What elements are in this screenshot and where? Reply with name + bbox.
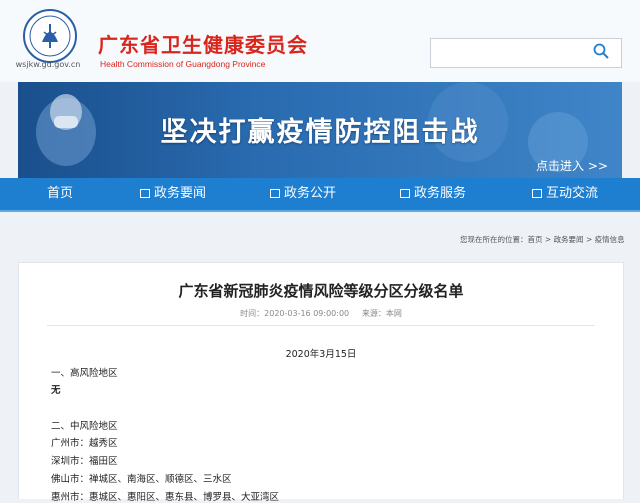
high-risk-value: 无 [51,385,61,396]
breadcrumb-news[interactable]: 政务要闻 [554,235,584,244]
mid-risk-line: 惠州市：惠城区、惠阳区、惠东县、博罗县、大亚湾区 [51,492,280,503]
nav-services[interactable]: 政务服务 [400,178,466,210]
health-commission-logo[interactable] [22,8,78,64]
mid-risk-line: 广州市：越秀区 [51,438,118,449]
nav-services-icon [400,189,410,198]
breadcrumb-separator: > [583,235,595,244]
site-header: wsjkw.gd.gov.cn 广东省卫生健康委员会 Health Commis… [0,0,640,82]
article-title: 广东省新冠肺炎疫情风险等级分区分级名单 [178,282,464,300]
nav-disclosure-label: 政务公开 [284,186,337,201]
nav-interaction-icon [532,189,542,198]
site-title[interactable]: 广东省卫生健康委员会 [98,29,308,58]
nav-interaction[interactable]: 互动交流 [532,178,598,210]
article-panel: 广东省新冠肺炎疫情风险等级分区分级名单 时间：2020-03-16 09:00:… [18,262,624,503]
nav-home[interactable]: 首页 [47,178,73,210]
article-meta: 时间：2020-03-16 09:00:00 来源：本网 [240,309,402,318]
nav-services-label: 政务服务 [414,186,467,201]
high-risk-heading: 一、高风险地区 [51,368,118,379]
article-date: 2020年3月15日 [285,349,357,360]
breadcrumb-prefix: 您现在所在的位置： [460,235,528,244]
title-divider [47,325,595,326]
nav-interaction-label: 互动交流 [546,186,599,201]
site-domain: wsjkw.gd.gov.cn [15,60,81,69]
banner-enter-link[interactable]: 点击进入 >> [536,157,608,174]
breadcrumb: 您现在所在的位置：首页 > 政务要闻 > 疫情信息 [460,234,625,245]
breadcrumb-epidemic[interactable]: 疫情信息 [595,235,625,244]
nav-disclosure-icon [270,189,280,198]
mid-risk-line: 深圳市：福田区 [51,456,118,467]
nav-news-icon [140,189,150,198]
breadcrumb-home[interactable]: 首页 [528,235,543,244]
nav-news-label: 政务要闻 [154,186,207,201]
epidemic-banner[interactable]: 坚决打赢疫情防控阻击战 点击进入 >> [18,82,622,178]
search-icon[interactable] [593,43,609,59]
mid-risk-line: 佛山市：禅城区、南海区、顺德区、三水区 [51,474,232,485]
nav-disclosure[interactable]: 政务公开 [270,178,336,210]
nav-news[interactable]: 政务要闻 [140,178,206,210]
site-subtitle: Health Commission of Guangdong Province [100,59,266,69]
breadcrumb-separator: > [542,235,554,244]
main-nav: 首页 政务要闻 政务公开 政务服务 互动交流 [0,178,640,210]
banner-title: 坚决打赢疫情防控阻击战 [160,117,480,148]
mid-risk-heading: 二、中风险地区 [51,421,118,432]
nav-divider [0,210,640,212]
